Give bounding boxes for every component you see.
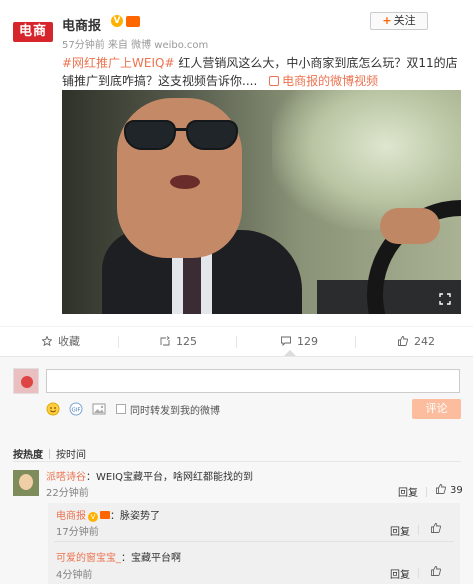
- fullscreen-icon[interactable]: [439, 293, 451, 305]
- divider: [54, 541, 454, 542]
- commenter-name[interactable]: 派嗒诗谷: [46, 472, 86, 483]
- video-sunglasses: [124, 120, 242, 152]
- emoji-icon[interactable]: [46, 402, 60, 416]
- reply-like-button[interactable]: [431, 566, 445, 578]
- sort-by-hot-tab[interactable]: 按热度: [13, 450, 43, 461]
- also-repost-label: 同时转发到我的微博: [130, 402, 220, 417]
- repost-button[interactable]: 125: [160, 327, 197, 357]
- reply-reply-button[interactable]: 回复: [390, 523, 410, 538]
- repost-icon: [160, 336, 170, 346]
- comment-sort-tabs: 按热度 按时间: [13, 446, 86, 461]
- thumbs-up-icon: [398, 336, 408, 346]
- divider: [418, 568, 419, 578]
- submit-comment-button[interactable]: 评论: [412, 399, 461, 419]
- follow-button[interactable]: +关注: [370, 12, 428, 30]
- post-meta: 57分钟前 来自 微博 weibo.com: [62, 36, 208, 51]
- collect-label: 收藏: [58, 335, 80, 348]
- reply-list: 电商报V ：脉姿势了 17分钟前 回复 可爱的窗宝宝_：宝藏平台啊 4分钟前 回复: [48, 503, 460, 584]
- video-link-icon: [269, 76, 279, 86]
- reply-like-button[interactable]: [431, 523, 445, 535]
- divider: [355, 336, 356, 348]
- comment-time: 22分钟前: [46, 484, 89, 499]
- like-button[interactable]: 242: [398, 327, 435, 357]
- video-player[interactable]: [62, 90, 461, 314]
- comment-body: ：WEIQ宝藏平台，啥网红都能找的到: [86, 472, 253, 483]
- thumbs-up-icon: [431, 523, 441, 533]
- reply-time: 17分钟前: [56, 523, 99, 538]
- star-icon: [42, 336, 52, 346]
- sort-by-time-tab[interactable]: 按时间: [56, 450, 86, 461]
- gif-icon[interactable]: GIF: [69, 402, 83, 416]
- like-count: 242: [414, 335, 435, 348]
- divider: [418, 525, 419, 535]
- reply-text: 可爱的窗宝宝_：宝藏平台啊: [56, 549, 181, 564]
- my-avatar[interactable]: [13, 368, 39, 394]
- reply-user[interactable]: 电商报: [56, 511, 86, 522]
- follow-label: 关注: [394, 14, 416, 27]
- author-avatar-logo[interactable]: 电商报: [13, 22, 53, 42]
- verified-v-icon: V: [111, 15, 123, 27]
- comment-input[interactable]: [46, 369, 460, 393]
- comment-section: GIF 同时转发到我的微博 评论 按热度 按时间 派嗒诗谷：WEIQ宝藏平台，啥网…: [0, 356, 473, 584]
- reply-body: ：宝藏平台啊: [121, 553, 181, 564]
- reply-user[interactable]: 可爱的窗宝宝_: [56, 553, 121, 564]
- reply-text: 电商报V ：脉姿势了: [56, 507, 160, 522]
- reply-reply-button[interactable]: 回复: [390, 566, 410, 581]
- divider: [118, 336, 119, 348]
- comment-like-button[interactable]: 39: [436, 484, 463, 496]
- comment-icon: [281, 336, 291, 346]
- image-icon[interactable]: [92, 402, 106, 416]
- comment-like-count: 39: [450, 485, 463, 496]
- comment-reply-button[interactable]: 回复: [398, 484, 418, 499]
- thumbs-up-icon: [431, 566, 441, 576]
- thumbs-up-icon: [436, 484, 446, 494]
- comment-count: 129: [297, 335, 318, 348]
- post-hashtag[interactable]: #网红推广上WEIQ#: [62, 56, 175, 70]
- reply-time: 4分钟前: [56, 566, 92, 581]
- divider: [13, 461, 461, 462]
- video-tie: [183, 250, 201, 314]
- weibo-post: 电商报 电商报 V 57分钟前 来自 微博 weibo.com +关注 #网红推…: [0, 0, 473, 352]
- video-mouth: [170, 175, 200, 189]
- comment-text: 派嗒诗谷：WEIQ宝藏平台，啥网红都能找的到: [46, 468, 253, 483]
- vip-icon: [126, 16, 140, 27]
- collect-button[interactable]: 收藏: [42, 327, 80, 357]
- verified-v-icon: V: [88, 512, 98, 522]
- vip-icon: [100, 511, 110, 519]
- also-repost-checkbox[interactable]: [116, 404, 126, 414]
- repost-count: 125: [176, 335, 197, 348]
- reply-body: ：脉姿势了: [110, 511, 160, 522]
- divider: [426, 487, 427, 497]
- commenter-avatar[interactable]: [13, 470, 39, 496]
- post-action-bar: 收藏 125 129 242: [0, 326, 473, 356]
- video-link[interactable]: 电商报的微博视频: [282, 74, 378, 88]
- plus-icon: +: [382, 14, 391, 27]
- divider: [236, 336, 237, 348]
- post-text: #网红推广上WEIQ# 红人营销风这么大，中小商家到底怎么玩？双11的店铺推广到…: [62, 54, 462, 90]
- author-name[interactable]: 电商报: [62, 15, 101, 34]
- video-hand: [380, 208, 440, 244]
- svg-text:GIF: GIF: [71, 407, 80, 413]
